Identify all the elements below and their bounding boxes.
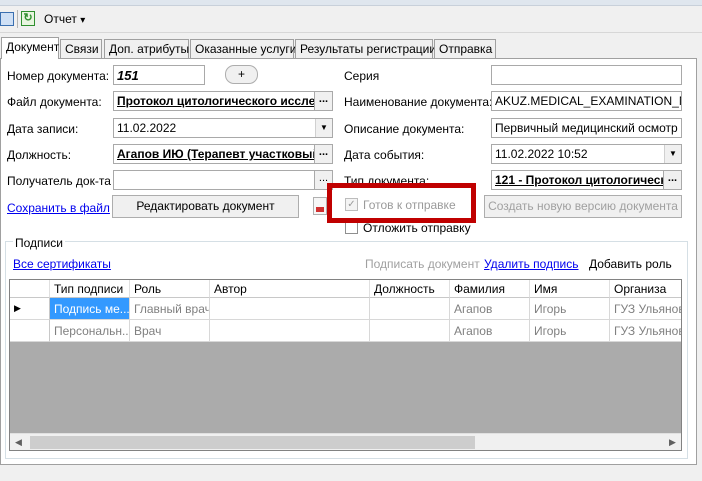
browse-position-button[interactable]: ... [314,145,332,163]
row-header[interactable] [10,320,50,342]
table-cell[interactable]: Агапов [450,298,530,320]
pdf-icon[interactable] [313,197,327,215]
series-label: Серия [344,69,380,83]
tab-sending[interactable]: Отправка [434,39,496,58]
doc-file-field[interactable]: Протокол цитологического исслед ... [113,91,333,111]
report-label: Отчет [44,12,77,26]
record-date-label: Дата записи: [7,122,79,136]
report-menu[interactable]: Отчет ▾ [44,12,85,26]
tab-label: Результаты регистрации [300,42,437,56]
column-header[interactable]: Автор [210,280,370,298]
tab-label: Оказанные услуги [195,42,297,56]
column-header[interactable]: Должность [370,280,450,298]
add-number-button[interactable]: + [225,65,258,84]
edit-document-button[interactable]: Редактировать документ [112,195,299,218]
position-label: Должность: [7,148,72,162]
table-corner [10,280,50,298]
save-icon[interactable] [0,12,14,26]
table-cell[interactable]: ГУЗ Ульянов [610,320,681,342]
doc-type-value: 121 - Протокол цитологическ [495,173,667,187]
browse-file-button[interactable]: ... [314,92,332,110]
doc-desc-field[interactable]: Первичный медицинский осмотр [491,118,682,138]
tab-label: Связи [65,42,99,56]
delete-signature-link[interactable]: Удалить подпись [484,257,579,271]
toolbar-separator [17,10,18,28]
doc-number-label: Номер документа: [7,69,110,83]
tab-label: Доп. атрибуты [109,42,190,56]
scroll-left-icon[interactable]: ◀ [10,434,27,451]
postpone-send-label: Отложить отправку [363,221,471,235]
recipient-label: Получатель док-та [7,174,111,188]
new-version-button[interactable]: Создать новую версию документа [484,195,682,218]
table-cell[interactable] [210,320,370,342]
chevron-down-icon[interactable]: ▼ [664,145,681,163]
position-field[interactable]: Агапов ИЮ (Терапевт участковый) ... [113,144,333,164]
table-cell[interactable]: Врач [130,320,210,342]
tab-links[interactable]: Связи [60,39,102,58]
position-value: Агапов ИЮ (Терапевт участковый) [117,147,324,161]
table-cell[interactable]: Игорь [530,320,610,342]
event-date-label: Дата события: [344,148,425,162]
table-cell[interactable]: Персональн... [50,320,130,342]
column-header[interactable]: Имя [530,280,610,298]
scrollbar-thumb[interactable] [30,436,475,449]
column-header[interactable]: Роль [130,280,210,298]
sign-document-button[interactable]: Подписать документ [365,257,480,271]
tab-document[interactable]: Документ [1,37,59,59]
table-cell[interactable]: ГУЗ Ульянов [610,298,681,320]
doc-file-label: Файл документа: [7,95,102,109]
table-cell[interactable] [210,298,370,320]
table-cell[interactable]: Подпись ме... [50,298,130,320]
row-header[interactable]: ▶ [10,298,50,320]
event-date-field[interactable]: 11.02.2022 10:52 ▼ [491,144,682,164]
event-date-value: 11.02.2022 10:52 [495,147,588,161]
table-cell[interactable]: Игорь [530,298,610,320]
series-field[interactable] [491,65,682,85]
horizontal-scrollbar[interactable]: ◀ ▶ [10,433,681,450]
tab-registration-results[interactable]: Результаты регистрации [295,39,437,58]
table-cell[interactable]: Главный врач [130,298,210,320]
column-header[interactable]: Фамилия [450,280,530,298]
signatures-table: Тип подписи Роль Автор Должность Фамилия… [9,279,682,451]
toolbar: ↻ Отчет ▾ [0,6,702,33]
all-certificates-link[interactable]: Все сертификаты [13,257,111,271]
refresh-icon[interactable]: ↻ [21,11,35,26]
browse-doc-type-button[interactable]: ... [663,171,681,189]
doc-file-value: Протокол цитологического исслед [117,94,323,108]
save-to-file-link[interactable]: Сохранить в файл [7,201,110,215]
chevron-down-icon[interactable]: ▼ [315,119,332,137]
table-cell[interactable]: Агапов [450,320,530,342]
current-row-icon: ▶ [14,303,21,313]
table-cell[interactable] [370,298,450,320]
highlight-box [327,183,476,223]
table-cell[interactable] [370,320,450,342]
doc-number-field[interactable]: 151 [113,65,205,85]
add-role-button[interactable]: Добавить роль [589,257,672,271]
tab-label: Отправка [439,42,493,56]
doc-desc-label: Описание документа: [344,122,465,136]
column-header[interactable]: Тип подписи [50,280,130,298]
record-date-field[interactable]: 11.02.2022 ▼ [113,118,333,138]
tab-label: Документ [6,40,60,54]
doc-name-label: Наименование документа: [344,95,493,109]
doc-type-field[interactable]: 121 - Протокол цитологическ ... [491,170,682,190]
recipient-field[interactable]: ... [113,170,333,190]
record-date-value: 11.02.2022 [117,121,177,135]
chevron-down-icon: ▾ [80,15,86,26]
tab-extra-attributes[interactable]: Доп. атрибуты [104,39,189,58]
doc-name-field[interactable]: AKUZ.MEDICAL_EXAMINATION_MAII [491,91,682,111]
column-header[interactable]: Организа [610,280,681,298]
tab-services[interactable]: Оказанные услуги [190,39,297,58]
scroll-right-icon[interactable]: ▶ [664,434,681,451]
signatures-group-label: Подписи [13,236,65,250]
